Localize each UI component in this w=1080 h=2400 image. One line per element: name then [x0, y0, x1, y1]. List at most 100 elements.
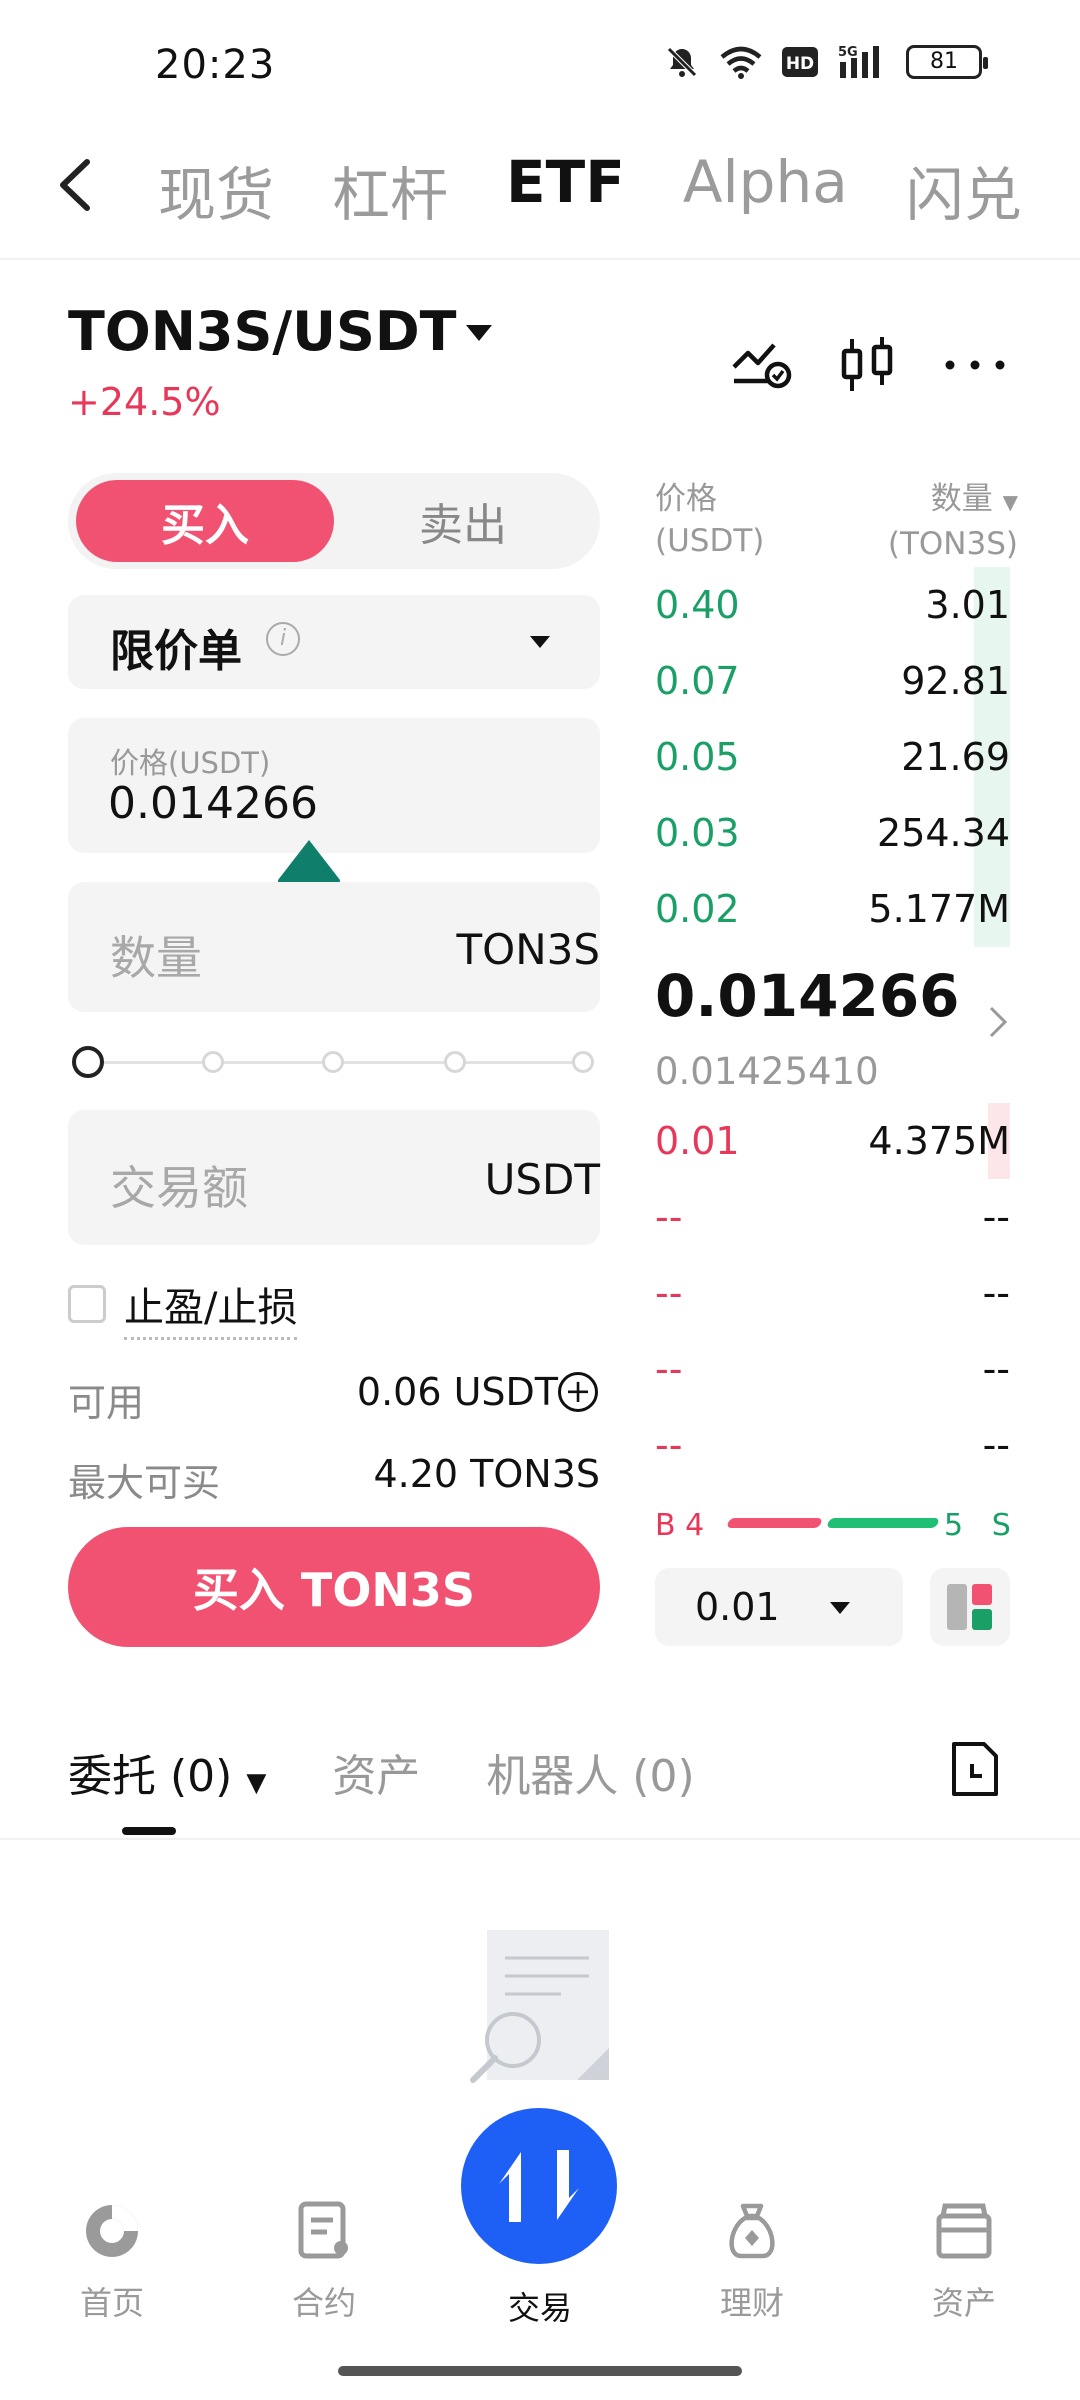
bid-row[interactable]: -- --	[655, 1407, 1010, 1483]
nav-trade-label: 交易	[507, 2289, 572, 2327]
price-input-label: 价格(USDT)	[110, 746, 271, 780]
bid-qty: --	[982, 1271, 1010, 1315]
tab-orders[interactable]: 委托 (0) ▼	[68, 1740, 266, 1804]
chevron-down-icon	[530, 636, 550, 648]
buy-ratio-label: B 4	[655, 1508, 705, 1543]
ask-qty: 92.81	[901, 659, 1010, 703]
tp-sl-label[interactable]: 止盈/止损	[124, 1275, 298, 1340]
contract-icon	[298, 2201, 348, 2259]
nav-earn[interactable]: 理财	[682, 2200, 822, 2324]
ask-row[interactable]: 0.03 254.34	[655, 795, 1010, 871]
slider-handle[interactable]	[72, 1046, 104, 1078]
orderbook-layout-button[interactable]	[930, 1568, 1010, 1646]
layout-icon	[947, 1584, 992, 1630]
tab-spot[interactable]: 现货	[158, 148, 274, 232]
orderbook-qty-header[interactable]: 数量 ▼ (TON3S)	[888, 478, 1018, 565]
wallet-icon	[936, 2203, 992, 2259]
home-icon	[86, 2205, 138, 2257]
bid-qty: --	[982, 1195, 1010, 1239]
orderbook-price-header: 价格 (USDT)	[655, 478, 764, 562]
mute-bell-icon	[667, 47, 697, 77]
bid-row[interactable]: 0.01 4.375M	[655, 1103, 1010, 1179]
home-indicator	[338, 2366, 742, 2376]
earn-bag-icon	[729, 2203, 775, 2259]
tab-alpha[interactable]: Alpha	[683, 148, 848, 232]
active-tab-indicator	[122, 1827, 176, 1835]
slider-stop-75[interactable]	[444, 1051, 466, 1073]
trade-arrows-icon	[499, 2150, 579, 2222]
chevron-right-icon[interactable]	[988, 1005, 1008, 1039]
available-value: 0.06 USDT	[356, 1370, 558, 1414]
buy-toggle[interactable]: 买入	[76, 480, 334, 562]
svg-text:5G: 5G	[838, 45, 858, 60]
slider-stop-100[interactable]	[572, 1051, 594, 1073]
tab-assets[interactable]: 资产	[332, 1740, 420, 1804]
chevron-down-icon	[830, 1602, 850, 1614]
bid-price: --	[655, 1347, 683, 1391]
bid-qty: --	[982, 1423, 1010, 1467]
quantity-unit: TON3S	[456, 925, 600, 974]
bid-price: 0.01	[655, 1119, 740, 1163]
bid-row[interactable]: -- --	[655, 1179, 1010, 1255]
qty-header-unit: (TON3S)	[887, 526, 1018, 562]
qty-header-label: 数量 ▼	[930, 481, 1018, 517]
ask-qty: 5.177M	[868, 887, 1010, 931]
ask-price: 0.05	[655, 735, 740, 779]
order-type-label: 限价单	[110, 626, 242, 677]
price-change: +24.5%	[68, 380, 221, 424]
ask-price: 0.03	[655, 811, 740, 855]
ask-price: 0.02	[655, 887, 740, 931]
nav-futures[interactable]: 合约	[254, 2200, 394, 2324]
hd-icon: HD	[782, 47, 818, 77]
sell-toggle[interactable]: 卖出	[334, 480, 592, 562]
deposit-plus-icon[interactable]: +	[558, 1372, 598, 1412]
pair-dropdown-icon[interactable]	[466, 325, 492, 341]
available-label: 可用	[68, 1381, 145, 1425]
slider-stop-50[interactable]	[322, 1051, 344, 1073]
info-icon[interactable]: i	[266, 622, 300, 656]
price-alert-icon[interactable]	[728, 335, 798, 395]
more-options-icon[interactable]	[940, 335, 1010, 395]
ask-row[interactable]: 0.40 3.01	[655, 567, 1010, 643]
buy-submit-button[interactable]: 买入 TON3S	[68, 1527, 600, 1647]
tab-bots[interactable]: 机器人 (0)	[486, 1740, 694, 1804]
wifi-icon	[720, 46, 762, 79]
sell-ratio-label: 5 S	[944, 1508, 1011, 1543]
bid-row[interactable]: -- --	[655, 1331, 1010, 1407]
ask-price: 0.40	[655, 583, 740, 627]
last-price[interactable]: 0.014266	[655, 962, 960, 1030]
tab-convert[interactable]: 闪兑	[906, 148, 1022, 232]
max-buy-value: 4.20 TON3S	[373, 1452, 600, 1496]
price-input-value[interactable]: 0.014266	[108, 778, 318, 829]
ask-qty: 3.01	[925, 583, 1010, 627]
ask-row[interactable]: 0.07 92.81	[655, 643, 1010, 719]
ask-row[interactable]: 0.05 21.69	[655, 719, 1010, 795]
tp-sl-checkbox[interactable]	[68, 1285, 106, 1323]
battery-icon: 81	[906, 45, 988, 79]
ask-row[interactable]: 0.02 5.177M	[655, 871, 1010, 947]
svg-text:HD: HD	[786, 54, 814, 74]
status-time: 20:23	[155, 42, 276, 88]
nav-assets[interactable]: 资产	[894, 2200, 1034, 2324]
bid-price: --	[655, 1423, 683, 1467]
signal-icon: 5G	[838, 45, 879, 78]
empty-state-icon	[470, 1930, 609, 2083]
candlestick-chart-icon[interactable]	[834, 335, 904, 395]
tab-divider	[0, 1838, 1080, 1840]
back-arrow-icon[interactable]	[55, 158, 95, 213]
bid-price: --	[655, 1195, 683, 1239]
max-buy-label: 最大可买	[68, 1461, 221, 1505]
market-tabs: 现货 杠杆 ETF Alpha 闪兑	[158, 148, 1022, 232]
nav-home[interactable]: 首页	[42, 2200, 182, 2324]
slider-stop-25[interactable]	[202, 1051, 224, 1073]
order-history-icon[interactable]	[950, 1740, 1000, 1798]
price-header-label: 价格	[655, 481, 717, 517]
depth-select[interactable]: 0.01	[655, 1568, 903, 1646]
order-tabs: 委托 (0) ▼ 资产 机器人 (0)	[68, 1740, 695, 1804]
bid-qty: 4.375M	[868, 1119, 1010, 1163]
tab-margin[interactable]: 杠杆	[332, 148, 448, 232]
bid-row[interactable]: -- --	[655, 1255, 1010, 1331]
tab-etf[interactable]: ETF	[506, 148, 625, 232]
pair-symbol[interactable]: TON3S/USDT	[68, 300, 457, 363]
nav-trade-button[interactable]	[461, 2108, 617, 2264]
